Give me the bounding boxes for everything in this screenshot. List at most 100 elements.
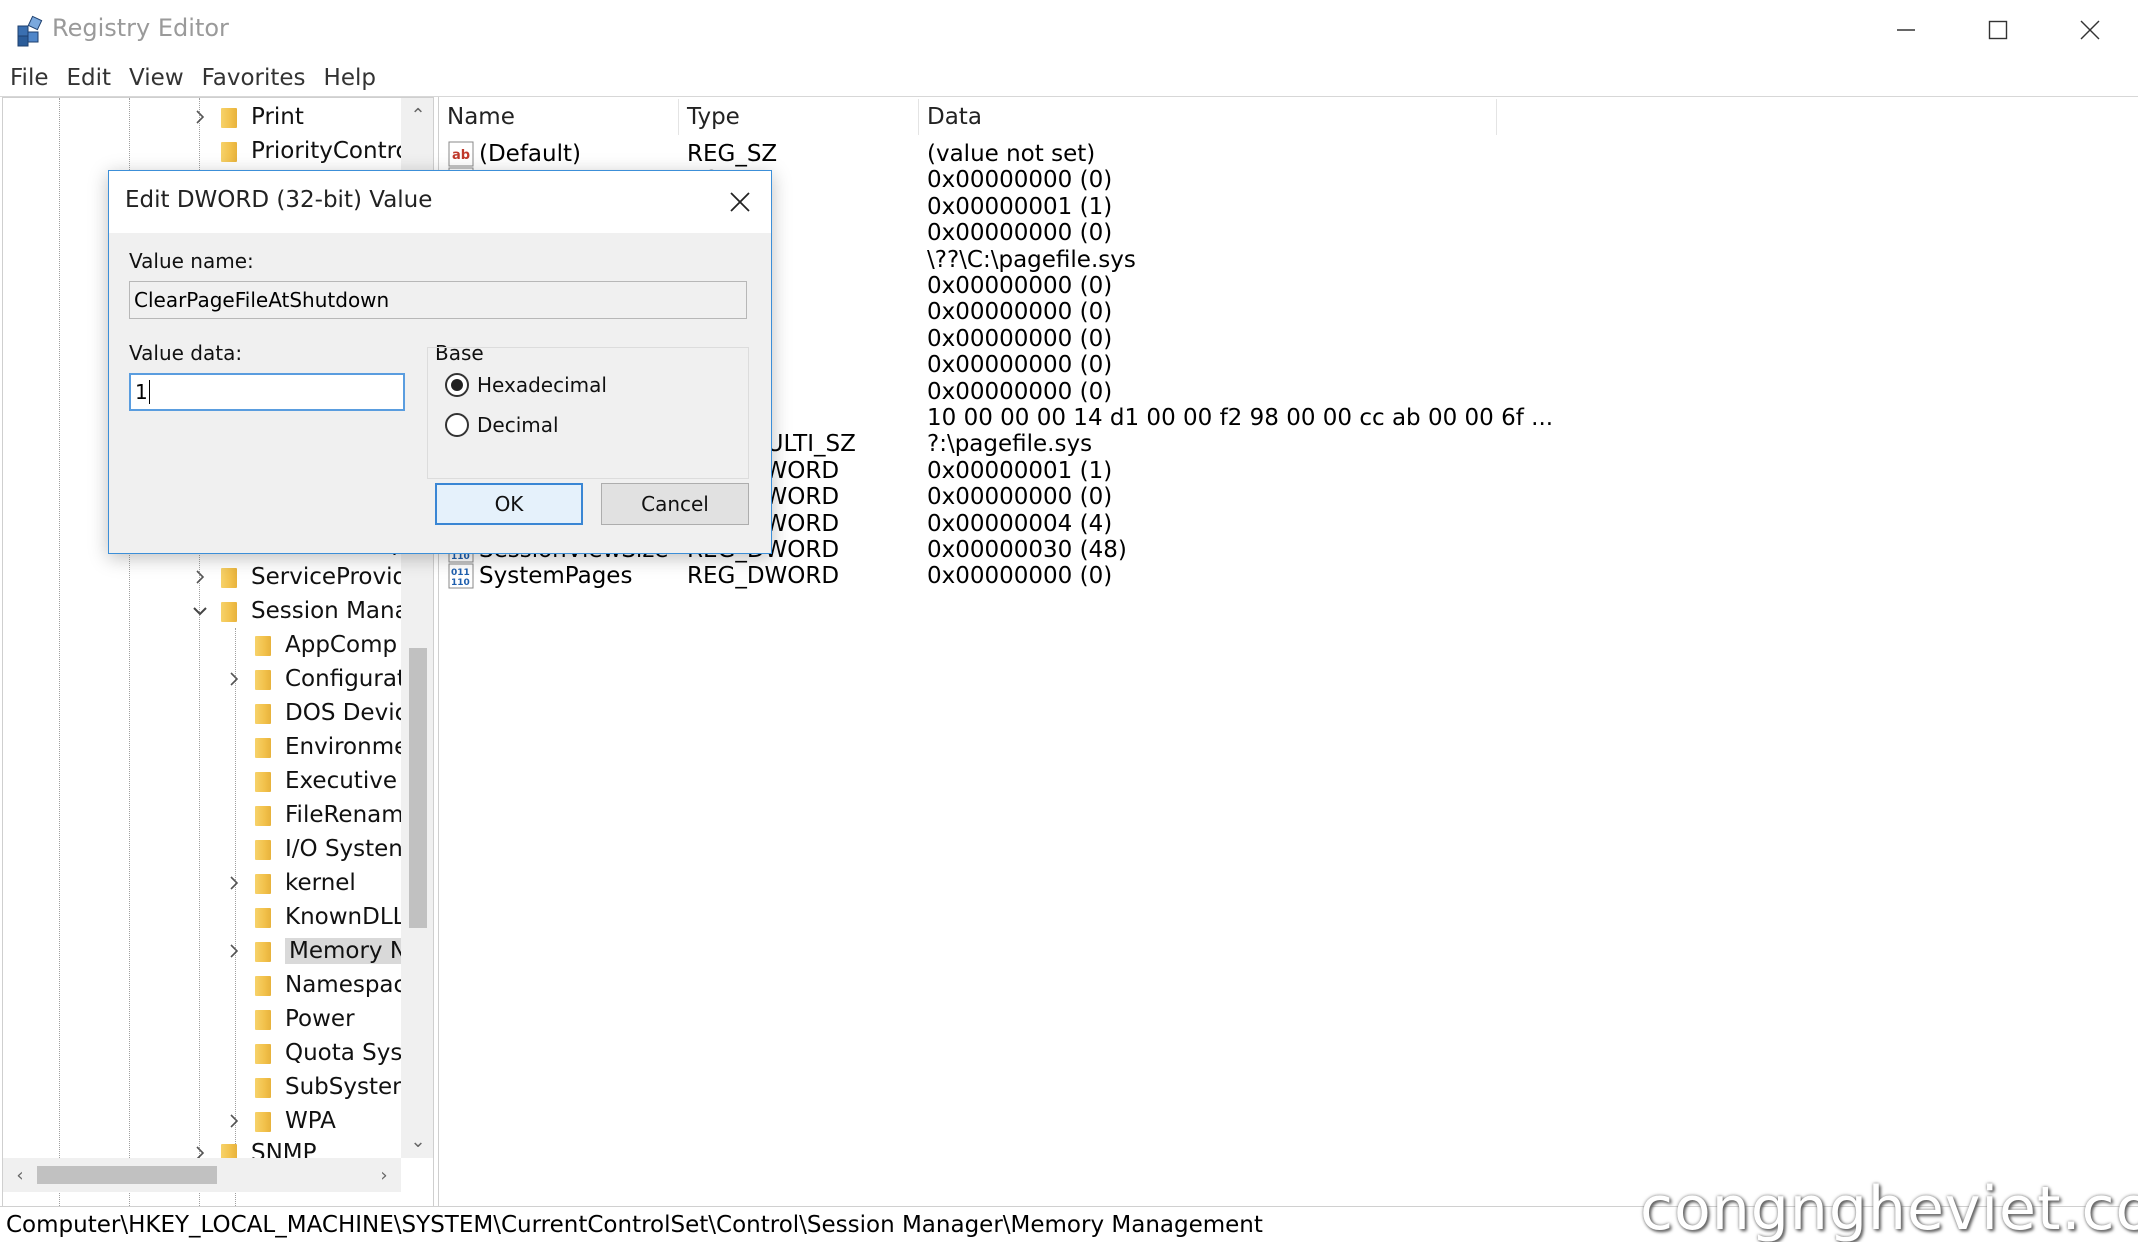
list-item[interactable]: 011 110 SystemPages REG_DWORD 0x00000000 (0) [439,559,2137,595]
tree-item-label: kernel [285,870,356,896]
tree-item-label: Power [285,1006,355,1032]
dialog-title-bar: Edit DWORD (32-bit) Value [109,171,771,233]
chevron-right-icon[interactable] [189,106,211,128]
chevron-right-icon[interactable] [189,566,211,588]
chevron-right-icon[interactable] [223,1110,245,1132]
tree-item-label: Memory N [285,938,412,964]
status-path: Computer\HKEY_LOCAL_MACHINE\SYSTEM\Curre… [6,1211,1263,1238]
folder-icon [253,838,273,860]
tree-item-label: KnownDLL [285,904,406,930]
chevron-down-icon[interactable] [189,600,211,622]
folder-icon [253,1076,273,1098]
tree-item[interactable]: Quota Sys [223,1036,402,1070]
tree-item[interactable]: kernel [223,866,356,900]
value-data-label: Value data: [129,341,243,365]
menu-edit[interactable]: Edit [61,65,118,91]
tree-horizontal-scrollbar[interactable]: ‹ › [3,1158,401,1192]
tree-item[interactable]: Environme [223,730,408,764]
tree-item[interactable]: FileRenam [223,798,404,832]
tree-item[interactable]: Namespac [223,968,406,1002]
menu-file[interactable]: File [4,65,55,91]
maximize-button[interactable] [1952,0,2044,60]
svg-text:011: 011 [451,568,470,578]
radio-unselected-icon [445,413,469,437]
folder-icon [253,872,273,894]
value-name-text: ClearPageFileAtShutdown [134,288,390,312]
svg-text:ab: ab [452,148,470,163]
folder-icon [219,566,239,588]
folder-icon [253,736,273,758]
tree-item[interactable]: KnownDLL [223,900,405,934]
tree-item[interactable]: PriorityContrc [189,134,408,168]
scrollbar-thumb[interactable] [37,1166,217,1184]
menu-view[interactable]: View [123,65,190,91]
menu-bar: File Edit View Favorites Help [0,60,2138,96]
scroll-right-icon[interactable]: › [367,1158,401,1192]
window-title: Registry Editor [52,14,229,42]
tree-item[interactable]: Print [189,100,304,134]
tree-item-label: Configurat [285,666,406,692]
tree-item-label: Print [251,104,304,130]
radio-decimal-label: Decimal [477,413,559,437]
text-caret [148,380,150,404]
tree-item-label: Namespac [285,972,407,998]
chevron-right-icon[interactable] [223,872,245,894]
tree-item[interactable]: DOS Devic [223,696,407,730]
value-data-text: 1 [135,380,148,404]
close-button[interactable] [2044,0,2136,60]
tree-item[interactable]: Executive [223,764,397,798]
folder-icon [253,668,273,690]
tree-item[interactable]: AppComp [223,628,397,662]
dword-value-icon: 011110 [447,562,475,590]
tree-item[interactable]: Power [223,1002,355,1036]
tree-item[interactable]: Memory N [223,934,412,968]
column-header-name[interactable]: Name [439,99,679,135]
scroll-down-icon[interactable]: ⌄ [401,1124,433,1158]
chevron-right-icon[interactable] [223,668,245,690]
tree-item[interactable]: ServiceProvid [189,560,407,594]
radio-decimal[interactable]: Decimal [445,413,559,437]
cancel-button[interactable]: Cancel [601,483,749,525]
folder-icon [219,106,239,128]
minimize-button[interactable] [1860,0,1952,60]
tree-item-label: ServiceProvid [251,564,408,590]
scroll-left-icon[interactable]: ‹ [3,1158,37,1192]
radio-hexadecimal[interactable]: Hexadecimal [445,373,607,397]
menu-favorites[interactable]: Favorites [196,65,312,91]
scrollbar-thumb[interactable] [409,648,427,928]
tree-item-label: Environme [285,734,409,760]
tree-item-label: FileRenam [285,802,404,828]
menu-help[interactable]: Help [318,65,382,91]
scroll-up-icon[interactable]: ⌃ [401,98,433,132]
folder-icon [253,940,273,962]
tree-item[interactable]: WPA [223,1104,336,1138]
svg-text:110: 110 [451,578,470,588]
cell-name: SystemPages [479,563,633,590]
column-header-data[interactable]: Data [919,99,1497,135]
minimize-icon [1897,29,1915,31]
dialog-title: Edit DWORD (32-bit) Value [125,187,433,213]
registry-editor-icon [17,15,43,47]
tree-item[interactable]: Session Mana [189,594,409,628]
value-name-field[interactable]: ClearPageFileAtShutdown [129,281,747,319]
value-data-input[interactable]: 1 [129,373,405,411]
folder-icon [253,770,273,792]
tree-item-label: I/O Systen [285,836,403,862]
tree-item-label: AppComp [285,632,398,658]
edit-dword-dialog[interactable]: Edit DWORD (32-bit) Value Value name: Cl… [108,170,772,554]
folder-icon [253,804,273,826]
column-header-type[interactable]: Type [679,99,919,135]
tree-item[interactable]: SubSysten [223,1070,407,1104]
tree-item[interactable]: Configurat [223,662,406,696]
tree-item[interactable]: I/O Systen [223,832,403,866]
chevron-right-icon[interactable] [223,940,245,962]
dialog-close-button[interactable] [723,185,757,219]
ok-button[interactable]: OK [435,483,583,525]
tree-item-label: SubSysten [285,1074,407,1100]
